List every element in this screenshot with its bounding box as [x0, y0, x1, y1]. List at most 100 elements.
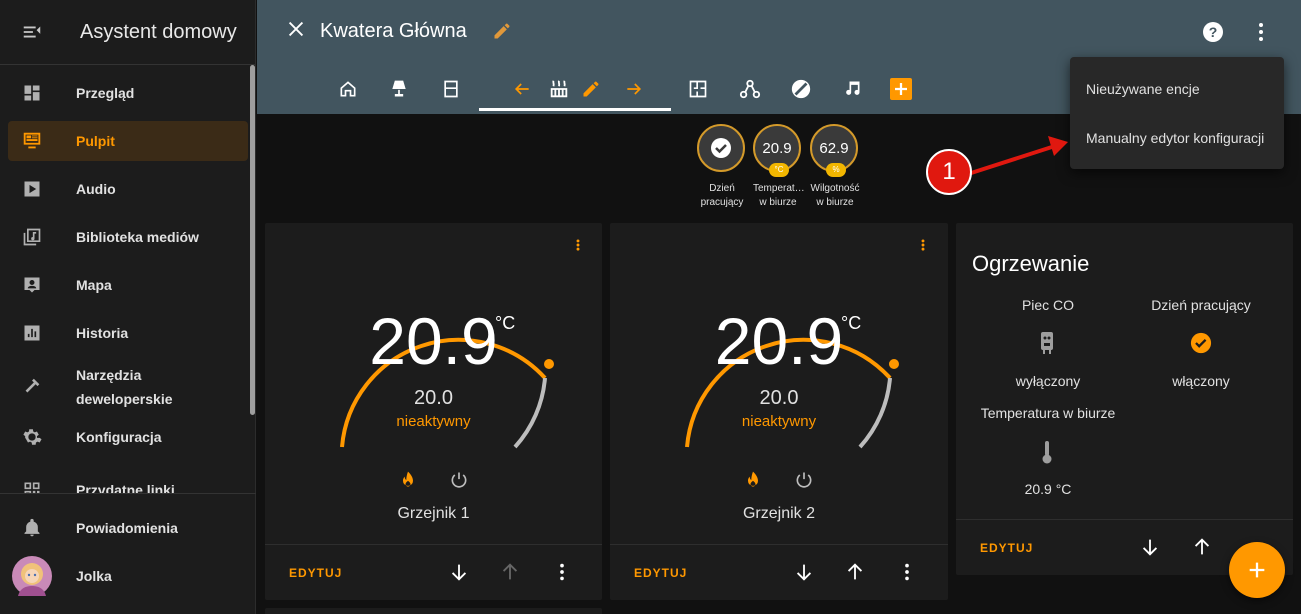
power-icon[interactable]: [449, 470, 469, 495]
door-icon[interactable]: [440, 78, 462, 100]
entity-name: Temperatura w biurze: [980, 405, 1116, 421]
sidebar-item-label: Historia: [76, 325, 129, 341]
monitor-dashboard-icon: [8, 130, 56, 152]
arrow-up-icon: [499, 561, 521, 588]
page-title: Kwatera Główna: [320, 20, 467, 42]
lamp-icon[interactable]: [388, 78, 410, 100]
edit-button[interactable]: EDYTUJ: [634, 566, 687, 580]
home-icon[interactable]: [337, 78, 359, 100]
badge-unit: °C: [769, 163, 789, 177]
sidebar-item-label: Narzędzia deweloperskie: [76, 367, 173, 407]
entity-state: 20.9 °C: [1024, 481, 1072, 497]
arrow-down-icon[interactable]: [793, 561, 815, 588]
sidebar-item-label: Jolka: [76, 568, 112, 584]
menu-collapse-icon[interactable]: [0, 0, 64, 65]
more-vert-icon[interactable]: [896, 561, 918, 588]
sidebar-item-narzedzia[interactable]: Narzędzia deweloperskie: [8, 361, 248, 413]
sidebar-item-label: Biblioteka mediów: [76, 229, 199, 245]
more-vert-icon[interactable]: [916, 235, 930, 260]
radiator-icon[interactable]: [548, 78, 570, 100]
boiler-icon[interactable]: [1039, 331, 1055, 360]
arrow-left-icon[interactable]: [511, 78, 533, 100]
sidebar-item-linki[interactable]: Przydatne linki: [8, 470, 248, 493]
sidebar-item-label: Konfiguracja: [76, 429, 162, 445]
hvac-state: nieaktywny: [396, 413, 471, 430]
badge-value: 62.9: [819, 139, 849, 157]
annotation-marker: 1: [926, 149, 972, 195]
sidebar-header: Asystent domowy: [0, 0, 255, 65]
music-icon[interactable]: [841, 78, 863, 100]
chart-box-icon: [8, 323, 56, 343]
next-card-edge: [265, 608, 602, 614]
flame-icon[interactable]: [743, 469, 763, 496]
sidebar-item-audio[interactable]: Audio: [8, 169, 248, 209]
badge-dzien-pracujacy[interactable]: Dzień pracujący: [697, 124, 747, 210]
sidebar-item-biblioteka[interactable]: Biblioteka mediów: [8, 217, 248, 257]
entities-card: Ogrzewanie Piec CO wyłączony Dzień pracu…: [956, 223, 1293, 575]
sidebar-item-label: Przegląd: [76, 85, 135, 101]
more-vert-icon[interactable]: [1249, 20, 1273, 49]
badge-wilgotnosc[interactable]: 62.9% Wilgotność w biurze: [810, 124, 860, 210]
sidebar-item-user[interactable]: Jolka: [8, 556, 248, 596]
entity-state: wyłączony: [1015, 373, 1081, 389]
graph-icon[interactable]: [739, 78, 761, 100]
thermometer-icon[interactable]: [1041, 440, 1053, 469]
temperature-unit: °C: [841, 313, 862, 333]
badge-label: Wilgotność w biurze: [810, 183, 860, 208]
check-circle-icon[interactable]: [1190, 332, 1212, 359]
sidebar-item-historia[interactable]: Historia: [8, 313, 248, 353]
help-icon[interactable]: ?: [1201, 20, 1225, 49]
music-library-icon: [8, 227, 56, 247]
menu-item-raw-config-editor[interactable]: Manualny edytor konfiguracji: [1086, 130, 1264, 146]
avatar: [8, 556, 56, 596]
arrow-up-icon[interactable]: [844, 561, 866, 588]
menu-item-unused-entities[interactable]: Nieużywane encje: [1086, 81, 1200, 97]
check-circle-icon: [697, 124, 745, 172]
plus-icon: [1249, 562, 1265, 578]
sidebar-item-przeglad[interactable]: Przegląd: [8, 73, 248, 113]
active-tab-indicator: [479, 108, 671, 111]
arrow-down-icon[interactable]: [448, 561, 470, 588]
thermostat-name: Grzejnik 1: [397, 505, 470, 522]
card-actions: EDYTUJ: [610, 544, 948, 600]
floor-plan-icon[interactable]: [687, 78, 709, 100]
edit-button[interactable]: EDYTUJ: [980, 541, 1033, 555]
more-vert-icon[interactable]: [571, 235, 585, 260]
disc-icon[interactable]: [790, 78, 812, 100]
sidebar-item-konfiguracja[interactable]: Konfiguracja: [8, 417, 248, 457]
dashboard-icon: [8, 83, 56, 103]
sidebar-scrollbar[interactable]: [250, 65, 255, 415]
add-card-button[interactable]: [1229, 542, 1285, 598]
sidebar-item-label: Mapa: [76, 277, 112, 293]
power-icon[interactable]: [794, 470, 814, 495]
sidebar-item-label: Powiadomienia: [76, 520, 178, 536]
add-tab-icon[interactable]: [890, 78, 912, 100]
arrow-up-icon[interactable]: [1191, 536, 1213, 563]
svg-text:?: ?: [1209, 24, 1218, 40]
flame-icon[interactable]: [398, 469, 418, 496]
sidebar-item-label: Audio: [76, 181, 116, 197]
arrow-down-icon[interactable]: [1139, 536, 1161, 563]
target-temperature: 20.0: [414, 387, 453, 409]
more-vert-icon[interactable]: [551, 561, 573, 588]
sidebar-divider: [0, 493, 256, 494]
close-icon[interactable]: [285, 18, 307, 45]
entity-name: Dzień pracujący: [1151, 297, 1251, 313]
sidebar-item-pulpit[interactable]: Pulpit: [8, 121, 248, 161]
overflow-menu: Nieużywane encje Manualny edytor konfigu…: [1070, 57, 1284, 169]
edit-button[interactable]: EDYTUJ: [289, 566, 342, 580]
play-box-icon: [8, 179, 56, 199]
sidebar-item-mapa[interactable]: Mapa: [8, 265, 248, 305]
thermostat-card-1: 20.9 °C 20.0 nieaktywny Grzejnik 1 EDYTU…: [265, 223, 602, 600]
sidebar-item-powiadomienia[interactable]: Powiadomienia: [8, 508, 248, 548]
entity-name: Piec CO: [1021, 297, 1075, 313]
badge-label: Temperat… w biurze: [753, 183, 805, 208]
pencil-icon[interactable]: [580, 78, 602, 100]
app-title: Asystent domowy: [80, 20, 237, 43]
badge-temperatura[interactable]: 20.9 °C Temperat… w biurze: [753, 124, 805, 210]
sidebar-item-label: Pulpit: [76, 133, 115, 149]
edit-title-pencil-icon[interactable]: [492, 21, 512, 46]
arrow-right-icon[interactable]: [623, 78, 645, 100]
sidebar-scroll-clip: Przydatne linki: [0, 470, 256, 493]
account-box-icon: [8, 275, 56, 295]
